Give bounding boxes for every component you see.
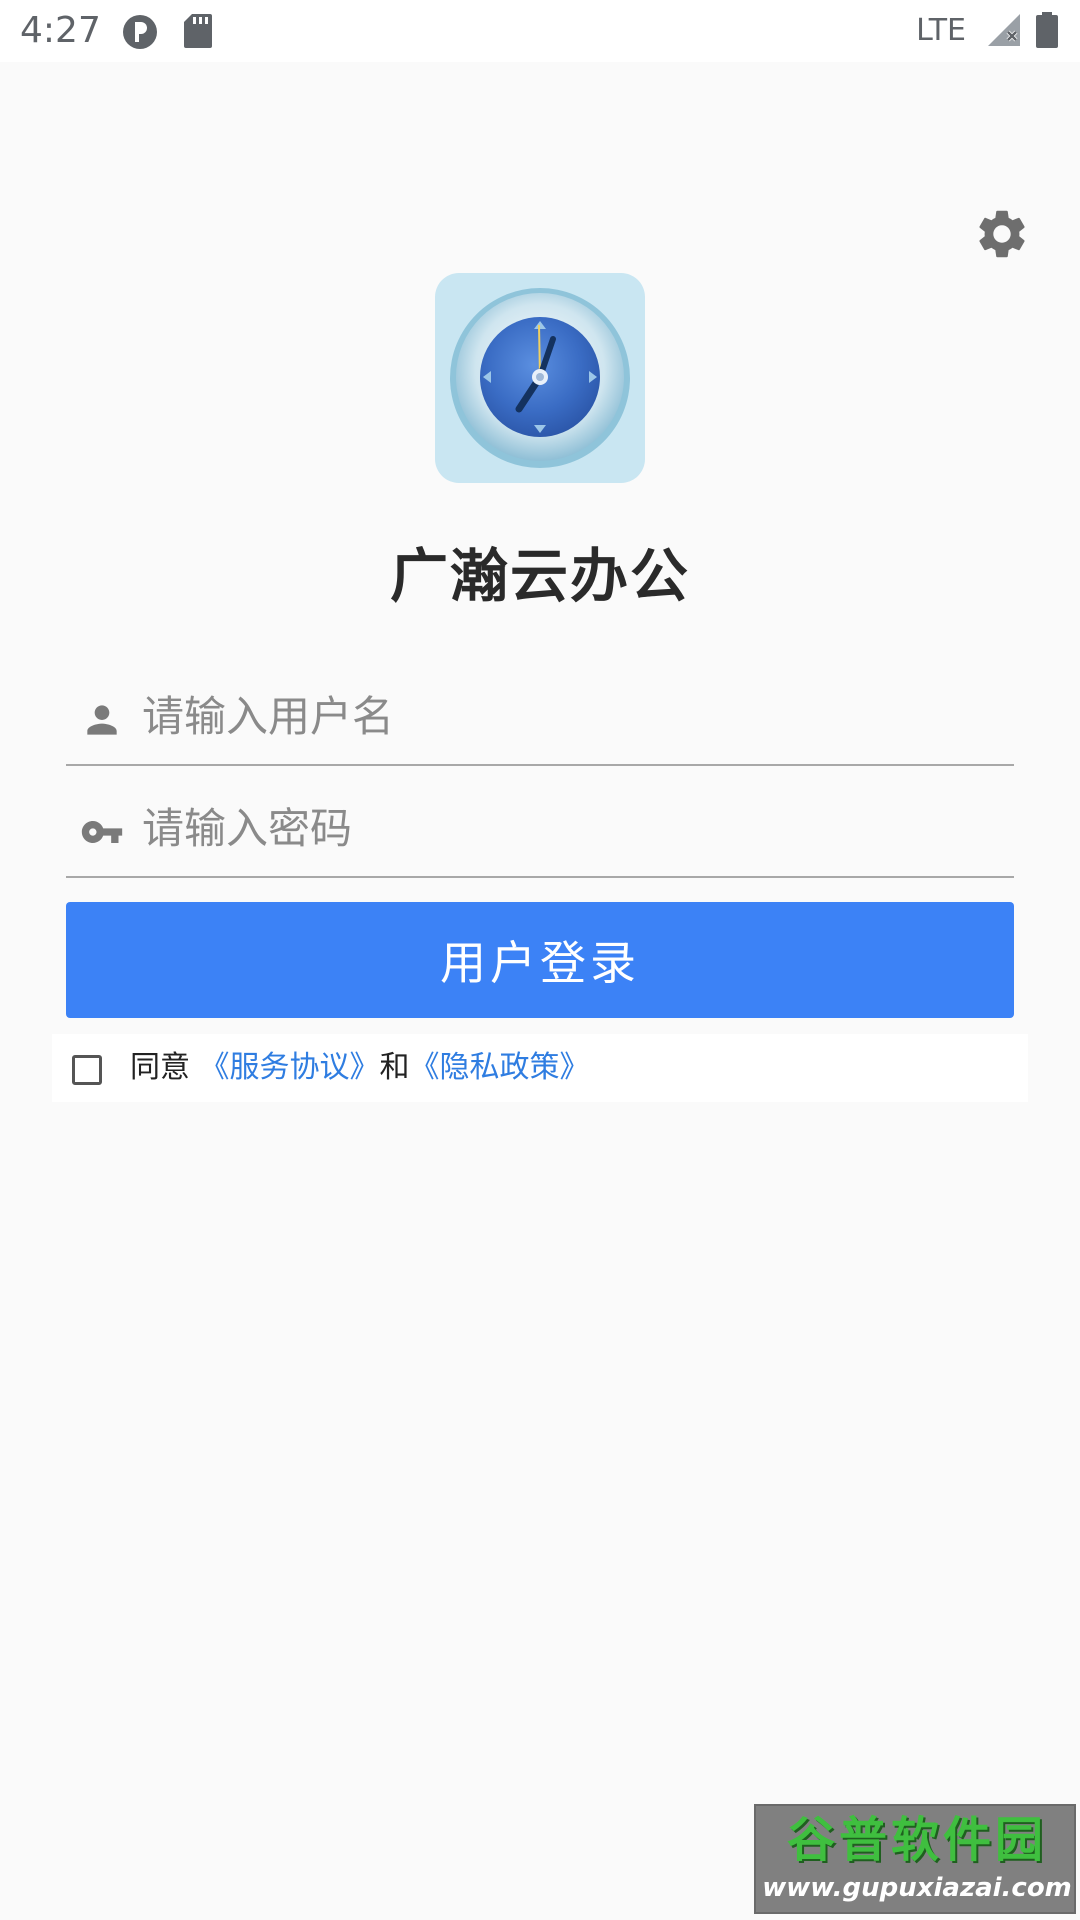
agreement-conjunction: 和 <box>379 1050 410 1085</box>
watermark-title: 谷普软件园 <box>786 1812 1047 1868</box>
signal-icon <box>988 14 1020 46</box>
clock-icon <box>450 288 630 468</box>
watermark: 谷普软件园 www.gupuxiazai.com <box>754 1804 1076 1914</box>
password-field[interactable] <box>66 776 1014 878</box>
battery-icon <box>1036 12 1058 48</box>
network-type: LTE <box>916 13 966 48</box>
terms-link[interactable]: 《服务协议》 <box>200 1050 380 1085</box>
app-logo <box>435 273 645 483</box>
privacy-link[interactable]: 《隐私政策》 <box>410 1050 590 1085</box>
status-time: 4:27 <box>20 10 101 51</box>
agreement-prefix: 同意 <box>130 1050 190 1085</box>
person-icon <box>87 705 117 735</box>
watermark-url: www.gupuxiazai.com <box>762 1873 1072 1903</box>
agreement-text: 同意 《服务协议》和《隐私政策》 <box>130 1048 590 1088</box>
app-notification-icon <box>123 15 157 49</box>
login-button[interactable]: 用户登录 <box>66 902 1014 1018</box>
password-input[interactable] <box>142 792 1002 864</box>
username-input[interactable] <box>142 680 1002 752</box>
key-icon <box>81 821 123 843</box>
username-field[interactable] <box>66 664 1014 766</box>
agreement-checkbox[interactable] <box>72 1055 102 1085</box>
status-bar: 4:27 LTE <box>0 0 1080 62</box>
app-title: 广瀚云办公 <box>389 542 690 610</box>
settings-gear-icon[interactable] <box>973 205 1031 263</box>
sd-card-icon <box>184 14 212 48</box>
agreement-row: 同意 《服务协议》和《隐私政策》 <box>52 1034 1028 1102</box>
